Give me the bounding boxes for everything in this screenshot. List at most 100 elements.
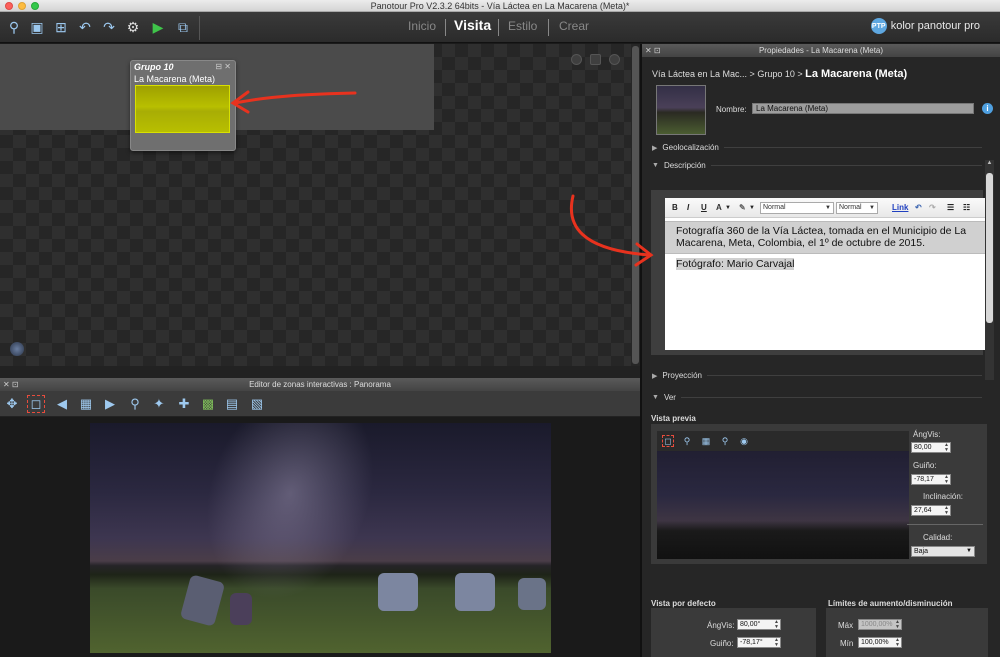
default-angvis-label: ÁngVis: — [707, 621, 735, 630]
section-geolocalizacion[interactable]: ▶ Geolocalización — [652, 143, 982, 152]
add-polygon-icon[interactable]: ✚ — [175, 395, 193, 413]
add-panorama-icon[interactable]: ⊞ — [51, 17, 71, 37]
spinner-arrows-icon[interactable]: ▲ ▼ — [944, 475, 949, 485]
tab-crear[interactable]: Crear — [559, 19, 589, 33]
preview-image[interactable]: ◻ ⚲ ▦ ⚲ ◉ — [657, 431, 909, 559]
select-tool-icon[interactable]: ◻ — [27, 395, 45, 413]
save-icon[interactable]: ▣ — [27, 17, 47, 37]
panel-window-icons[interactable]: ✕ ⊡ — [3, 378, 19, 391]
calidad-value: Baja — [914, 548, 929, 555]
spinner-arrows-icon[interactable]: ▲ ▼ — [895, 620, 900, 630]
breadcrumb-path[interactable]: Vía Láctea en La Mac... > Grupo 10 > — [652, 69, 805, 79]
panorama-image[interactable] — [90, 423, 551, 653]
spinner-arrows-icon[interactable]: ▲ ▼ — [774, 638, 779, 648]
gear-icon[interactable]: ⚙ — [123, 17, 143, 37]
min-label: Mín — [840, 639, 854, 648]
fit-view-icon[interactable] — [590, 54, 601, 65]
canvas-scroll-thumb[interactable] — [632, 46, 639, 364]
window-maximize-button[interactable] — [31, 2, 39, 10]
add-video-hotspot-icon[interactable]: ▶ — [101, 395, 119, 413]
spinner-arrows-icon[interactable]: ▲ ▼ — [895, 638, 900, 648]
zoom-in-icon[interactable] — [609, 54, 620, 65]
add-area-icon[interactable]: ▩ — [199, 395, 217, 413]
font-color-button[interactable]: A — [716, 203, 722, 212]
panorama-thumbnail[interactable] — [135, 85, 230, 133]
section-label: Descripción — [663, 161, 706, 170]
chevron-down-icon[interactable]: ▼ — [725, 205, 731, 211]
default-guinyo-spinbox[interactable]: -78,17° ▲ ▼ — [737, 637, 781, 648]
horizontal-splitter[interactable] — [0, 366, 640, 378]
spinner-arrows-icon[interactable]: ▲ ▼ — [944, 443, 949, 453]
default-guinyo-label: Guiño: — [710, 639, 734, 648]
section-label: Proyección — [662, 371, 702, 380]
search-tour-icon[interactable]: ⚲ — [4, 17, 24, 37]
section-descripcion[interactable]: ▼ Descripción — [652, 161, 982, 170]
window-title: Panotour Pro V2.3.2 64bits - Vía Láctea … — [370, 1, 630, 11]
format-select[interactable]: Normal ▼ — [760, 202, 834, 214]
add-point-hotspot-icon[interactable]: ◀ — [53, 395, 71, 413]
move-tool-icon[interactable]: ✥ — [3, 395, 21, 413]
person-figure — [378, 573, 418, 611]
default-guinyo-value: -78,17° — [740, 639, 763, 646]
undo-icon[interactable]: ↶ — [915, 203, 922, 212]
compass-icon[interactable]: ◉ — [738, 435, 750, 447]
add-image-hotspot-icon[interactable]: ▦ — [77, 395, 95, 413]
inclinacion-spinbox[interactable]: 27,64 ▲ ▼ — [911, 505, 951, 516]
properties-scroll-thumb[interactable] — [986, 173, 993, 323]
window-close-button[interactable] — [5, 2, 13, 10]
window-minimize-button[interactable] — [18, 2, 26, 10]
play-icon[interactable]: ▶ — [148, 17, 168, 37]
tab-inicio[interactable]: Inicio — [408, 19, 436, 33]
link-button[interactable]: Link — [892, 203, 908, 212]
section-ver[interactable]: ▼ Ver — [652, 393, 982, 402]
add-gallery-icon[interactable]: ▤ — [223, 395, 241, 413]
spinner-arrows-icon[interactable]: ▲ ▼ — [944, 506, 949, 516]
size-select[interactable]: Normal ▼ — [836, 202, 878, 214]
tab-visita[interactable]: Visita — [454, 17, 491, 33]
camera-tool-icon[interactable]: ⚲ — [681, 435, 693, 447]
rich-text-editor[interactable]: B I U A ▼ ✎ ▼ Normal ▼ Normal ▼ Link ↶ ↷ ☰… — [665, 198, 991, 350]
tour-canvas[interactable]: Grupo 10 ⊟ ✕ La Macarena (Meta) — [0, 44, 640, 366]
hotspot-editor-area[interactable] — [0, 417, 640, 657]
default-view-box: ÁngVis: 80,00° ▲ ▼ Guiño: -78,17° ▲ ▼ — [651, 608, 816, 657]
numbered-list-icon[interactable]: ☷ — [963, 203, 970, 212]
zoom-tool-icon[interactable]: ⚲ — [719, 435, 731, 447]
inclinacion-value: 27,64 — [914, 507, 932, 514]
highlight-icon[interactable]: ✎ — [739, 203, 746, 212]
calidad-select[interactable]: Baja ▼ — [911, 546, 975, 557]
bold-button[interactable]: B — [672, 203, 678, 212]
panel-window-icons[interactable]: ✕ ⊡ — [645, 44, 661, 57]
select-tool-icon[interactable]: ◻ — [662, 435, 674, 447]
build-icon[interactable]: ⧉ — [173, 17, 193, 37]
undo-icon[interactable]: ↶ — [75, 17, 95, 37]
group-card[interactable]: Grupo 10 ⊟ ✕ La Macarena (Meta) — [130, 60, 236, 151]
tab-estilo[interactable]: Estilo — [508, 19, 537, 33]
guinyo-spinbox[interactable]: -78,17 ▲ ▼ — [911, 474, 951, 485]
zoom-out-icon[interactable] — [571, 54, 582, 65]
redo-icon[interactable]: ↷ — [99, 17, 119, 37]
globe-icon[interactable] — [10, 342, 24, 356]
min-spinbox[interactable]: 100,00% ▲ ▼ — [858, 637, 902, 648]
redo-icon[interactable]: ↷ — [929, 203, 936, 212]
window-titlebar: Panotour Pro V2.3.2 64bits - Vía Láctea … — [0, 0, 1000, 12]
canvas-controls — [571, 54, 620, 65]
add-link-icon[interactable]: ▧ — [248, 395, 266, 413]
chevron-down-icon[interactable]: ▼ — [749, 205, 755, 211]
bullet-list-icon[interactable]: ☰ — [947, 203, 954, 212]
info-icon[interactable]: i — [982, 103, 993, 114]
underline-button[interactable]: U — [701, 203, 707, 212]
name-field[interactable]: La Macarena (Meta) — [752, 103, 974, 114]
group-window-icons[interactable]: ⊟ ✕ — [215, 62, 231, 71]
max-spinbox[interactable]: 1000,00% ▲ ▼ — [858, 619, 902, 630]
add-zoom-hotspot-icon[interactable]: ⚲ — [126, 395, 144, 413]
scroll-up-icon[interactable]: ▲ — [985, 160, 994, 169]
italic-button[interactable]: I — [687, 203, 689, 212]
editor-content[interactable]: Fotografía 360 de la Vía Láctea, tomada … — [665, 221, 985, 270]
image-tool-icon[interactable]: ▦ — [700, 435, 712, 447]
angvis-spinbox[interactable]: 80,00 ▲ ▼ — [911, 442, 951, 453]
chevron-right-icon: ▶ — [652, 144, 658, 152]
section-proyeccion[interactable]: ▶ Proyección — [652, 371, 982, 380]
spinner-arrows-icon[interactable]: ▲ ▼ — [774, 620, 779, 630]
add-star-hotspot-icon[interactable]: ✦ — [150, 395, 168, 413]
default-angvis-spinbox[interactable]: 80,00° ▲ ▼ — [737, 619, 781, 630]
